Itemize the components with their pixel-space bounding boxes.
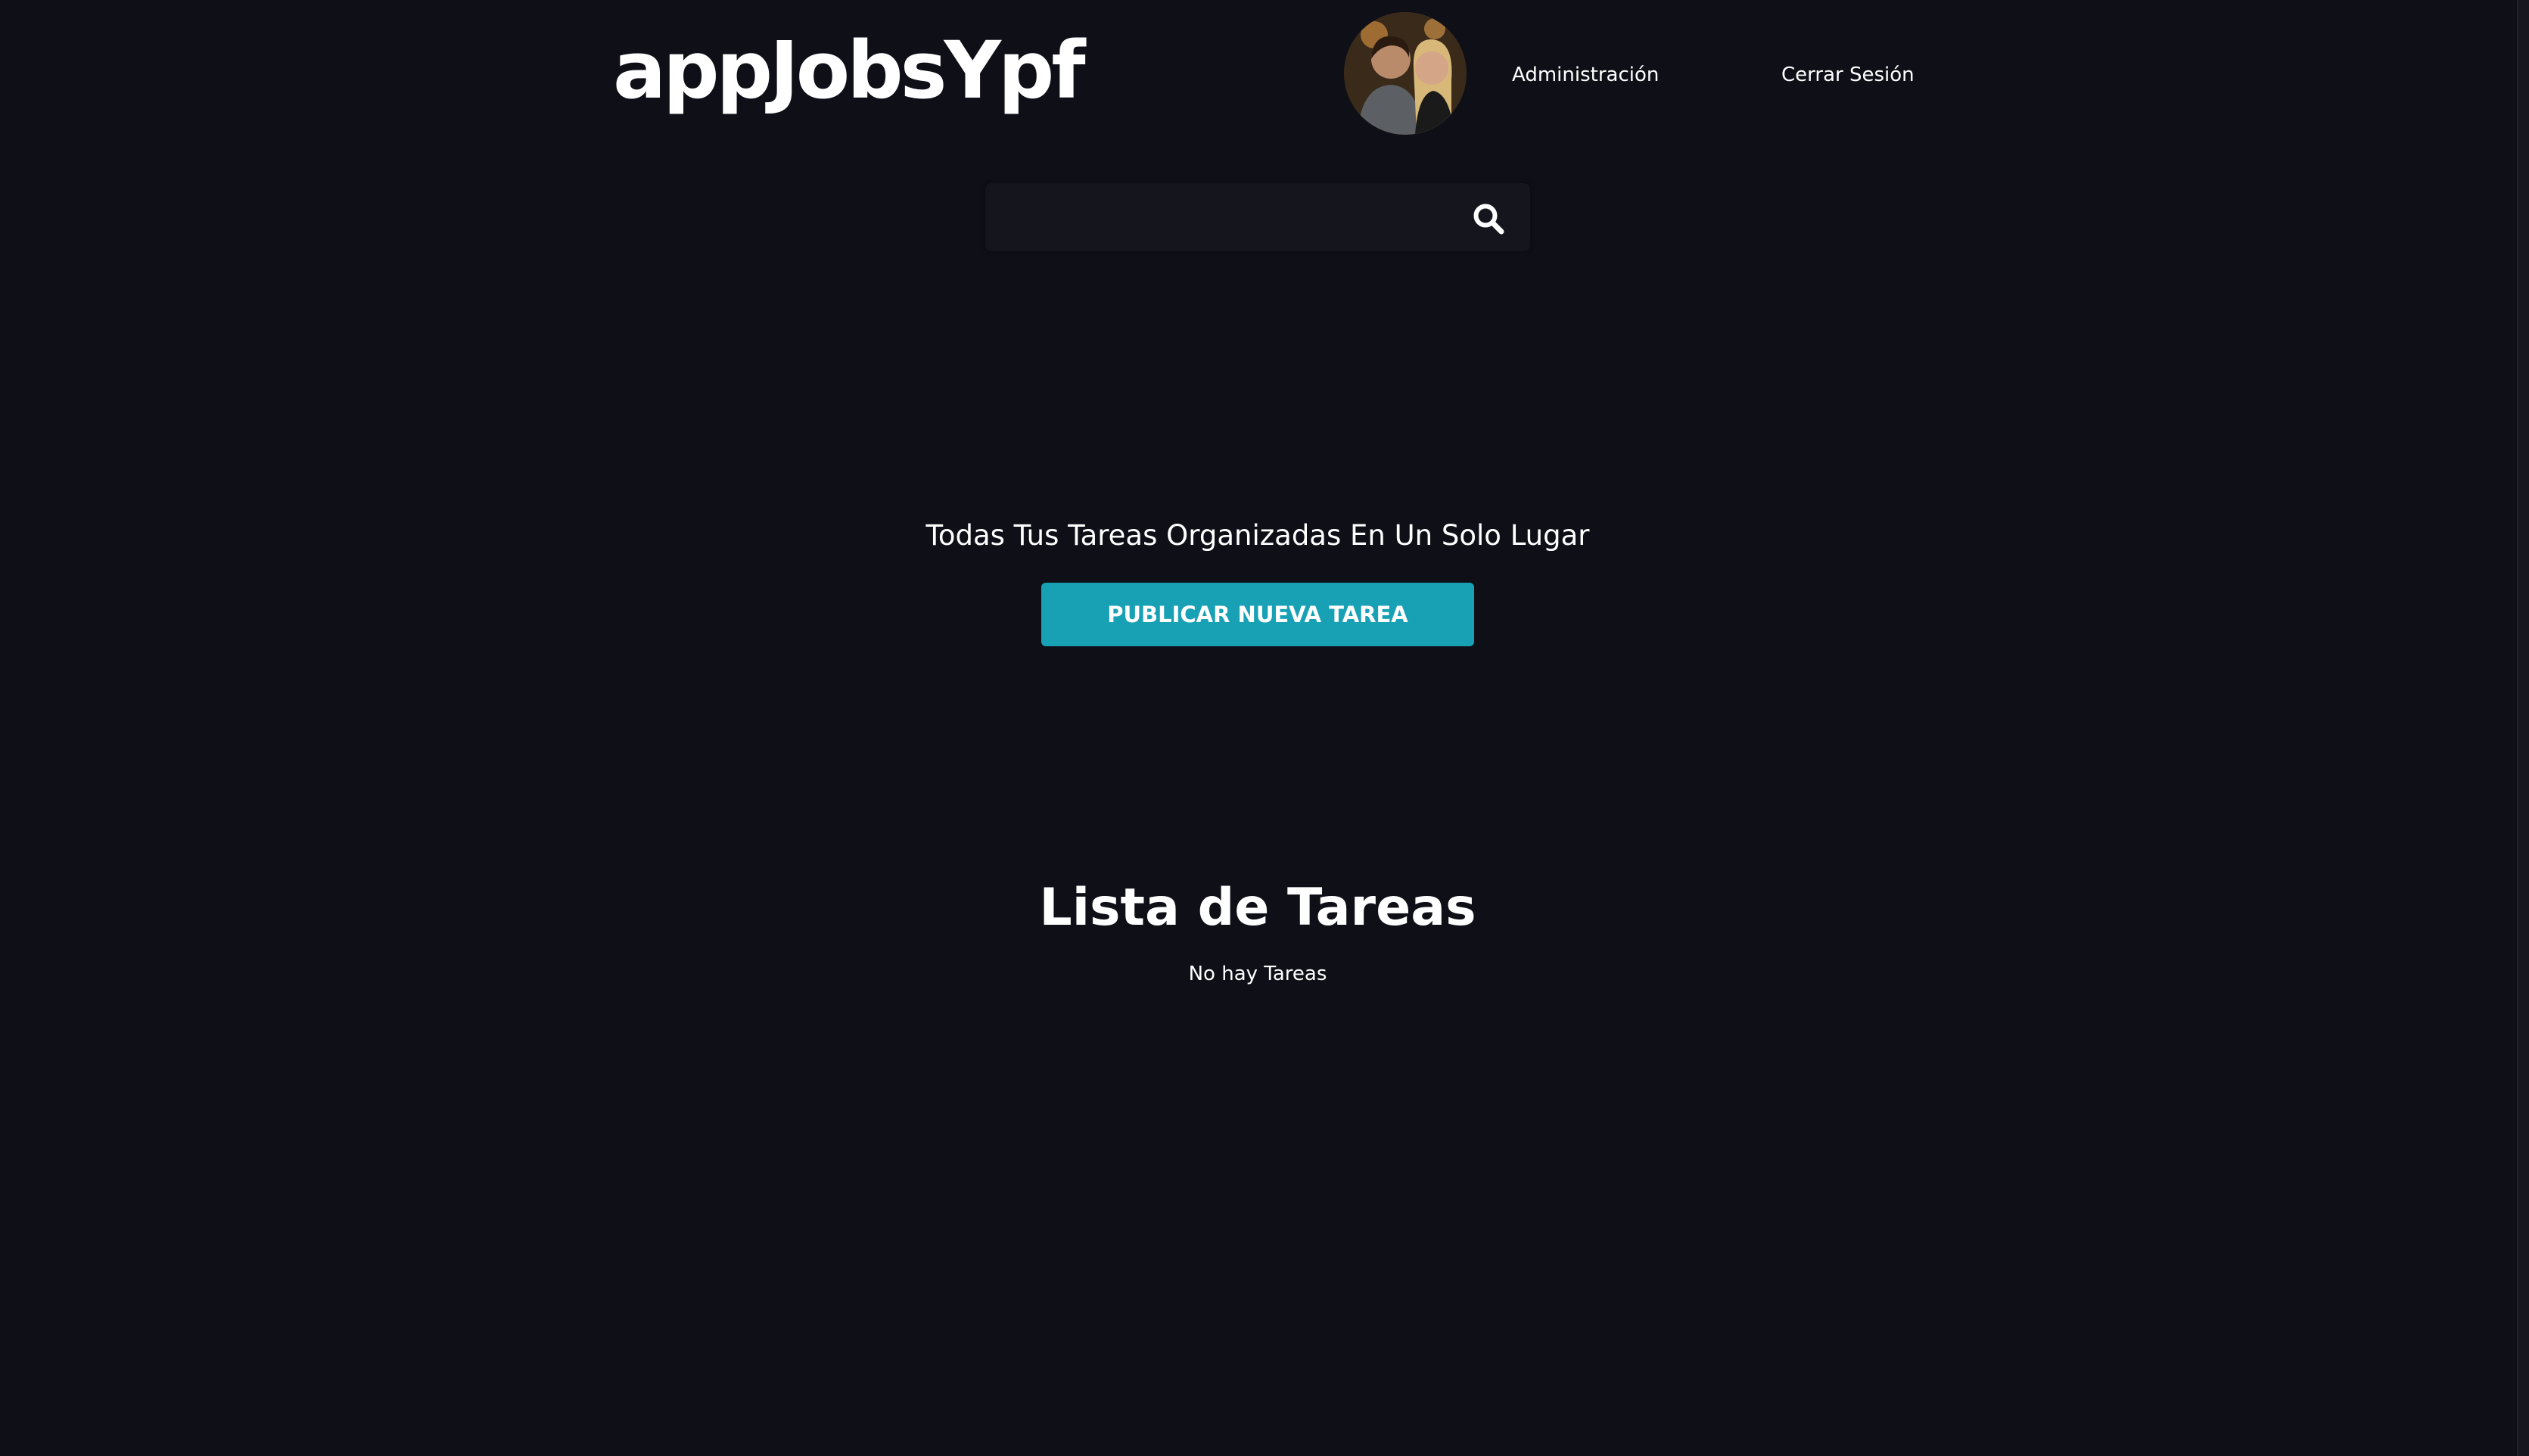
search-input[interactable] — [985, 183, 1439, 251]
page-scrollbar[interactable] — [2517, 0, 2529, 1456]
hero-tagline: Todas Tus Tareas Organizadas En Un Solo … — [925, 519, 1590, 552]
search-icon — [1473, 204, 1504, 235]
nav-logout-link[interactable]: Cerrar Sesión — [1781, 64, 1915, 86]
nav-admin-link[interactable]: Administración — [1512, 64, 1659, 86]
app-page: appJobsYpf Administración Cerrar Sesión — [0, 0, 2529, 1456]
publish-task-button[interactable]: PUBLICAR NUEVA TAREA — [1041, 583, 1474, 646]
avatar-photo-icon — [1344, 12, 1467, 135]
search-button[interactable] — [1447, 183, 1530, 251]
app-logo[interactable]: appJobsYpf — [613, 21, 1086, 120]
task-list-title: Lista de Tareas — [1039, 878, 1476, 938]
empty-tasks-message: No hay Tareas — [1188, 963, 1327, 985]
user-avatar[interactable] — [1344, 12, 1467, 135]
search-bar — [985, 183, 1530, 251]
